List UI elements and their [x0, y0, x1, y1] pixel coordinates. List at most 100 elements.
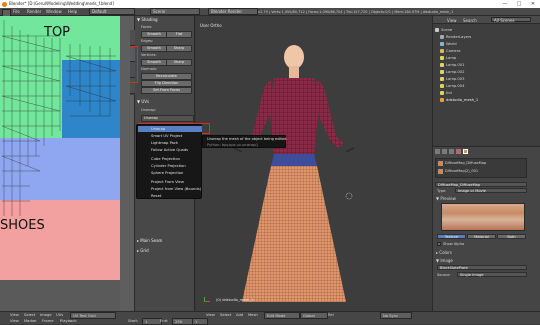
- uv-label-shoes: SHOES: [0, 218, 45, 233]
- menu-file[interactable]: File: [13, 8, 20, 16]
- menu-item-sphere-projection[interactable]: Sphere Projection: [151, 170, 183, 176]
- lamp-icon: [440, 63, 444, 67]
- preview-texture-tab[interactable]: Texture: [437, 234, 466, 239]
- colors-panel-header[interactable]: ▸ Colors: [436, 250, 452, 255]
- menu-item-unwrap[interactable]: Unwrap: [151, 126, 165, 132]
- faces-smooth-button[interactable]: Smooth: [141, 31, 167, 38]
- vertices-sharp-button[interactable]: Sharp: [166, 59, 192, 66]
- texture-slot-list[interactable]: DiffuseMap_DiffuseMap DiffuseMap(2)_001: [435, 158, 527, 178]
- outliner-row-lamp-001[interactable]: Lamp.001: [435, 62, 540, 69]
- 3d-viewport[interactable]: User Ortho (0) ddstudio_mesh_1: [196, 16, 432, 311]
- menu-item-project-from-view-bounds[interactable]: Project from View (Bounds): [151, 186, 201, 192]
- layout-dropdown[interactable]: Default: [89, 8, 135, 15]
- camera-icon: [440, 49, 444, 53]
- render-engine-dropdown[interactable]: Blender Render: [208, 8, 258, 15]
- material-tab-icon[interactable]: [456, 149, 461, 154]
- uv-image-dropdown[interactable]: UV Test Grid: [70, 312, 116, 319]
- preview-panel-header[interactable]: ▼ Preview: [436, 196, 456, 201]
- image-panel-header[interactable]: ▼ Image: [436, 258, 453, 263]
- outliner-row-world[interactable]: World: [435, 41, 540, 48]
- set-from-faces-button[interactable]: Set From Faces: [141, 87, 192, 94]
- menu-item-unwrap-highlight: [138, 126, 202, 132]
- preview-both-tab[interactable]: Both: [497, 234, 526, 239]
- timeline-menu-playback[interactable]: Playback: [60, 318, 76, 324]
- texture-slot-2[interactable]: DiffuseMap(2)_001: [445, 169, 478, 173]
- unwrap-dropdown[interactable]: Unwrap: [141, 115, 194, 122]
- outliner-row-lamp-003[interactable]: Lamp.003: [435, 76, 540, 83]
- blender-logo-icon: [2, 1, 7, 7]
- menu-item-cube-projection[interactable]: Cube Projection: [151, 156, 180, 162]
- menu-item-cylinder-projection[interactable]: Cylinder Projection: [151, 163, 186, 169]
- shading-panel-header[interactable]: ▼ Shading: [137, 17, 194, 23]
- tab-tools[interactable]: [130, 30, 135, 46]
- source-dropdown[interactable]: Single Image: [457, 272, 527, 277]
- outliner-row-ddstudio-mesh[interactable]: ddstudio_mesh_1: [435, 97, 540, 104]
- character-model: [233, 45, 355, 302]
- outliner-row-lamp-002[interactable]: Lamp.002: [435, 69, 540, 76]
- menu-item-smart-uv-project[interactable]: Smart UV Project: [151, 133, 182, 139]
- texture-type-dropdown[interactable]: Image or Movie: [455, 188, 527, 193]
- menu-help[interactable]: Help: [68, 8, 77, 16]
- texture-tab-icon[interactable]: [463, 149, 468, 154]
- image-name-field[interactable]: BlackSlatePlate: [437, 265, 527, 270]
- preview-material-tab[interactable]: Material: [467, 234, 496, 239]
- outliner-row-camera[interactable]: Camera: [435, 48, 540, 55]
- flip-direction-button[interactable]: Flip Direction: [141, 80, 192, 87]
- vertices-smooth-button[interactable]: Smooth: [141, 59, 167, 66]
- outliner-row-lamp[interactable]: Lamp: [435, 55, 540, 62]
- outliner-view-menu[interactable]: View: [447, 18, 457, 23]
- lamp-icon: [440, 84, 444, 88]
- show-alpha-checkbox[interactable]: [437, 242, 441, 246]
- menu-item-reset[interactable]: Reset: [151, 193, 161, 199]
- menu-render[interactable]: Render: [27, 8, 41, 16]
- uv-image-editor[interactable]: TOP SHOES: [0, 16, 134, 311]
- view3d-menu-mesh[interactable]: Mesh: [248, 312, 258, 318]
- recalculate-button[interactable]: Recalculate: [141, 73, 192, 80]
- menu-window[interactable]: Window: [46, 8, 62, 16]
- mode-dropdown[interactable]: Edit Mode: [264, 312, 300, 319]
- faces-label: Faces:: [141, 25, 153, 29]
- outliner-row-renderlayers[interactable]: RenderLayers: [435, 34, 540, 41]
- edges-label: Edges:: [141, 39, 154, 43]
- menu-item-project-from-view[interactable]: Project From View: [151, 179, 184, 185]
- timeline-menu-frame[interactable]: Frame: [42, 318, 54, 324]
- texture-preview-image: [441, 203, 525, 231]
- pivot-dropdown[interactable]: Global: [300, 312, 328, 319]
- maximize-button[interactable]: □: [512, 0, 526, 8]
- grid-panel-header[interactable]: ▸ Grid: [137, 248, 194, 254]
- edges-sharp-button[interactable]: Sharp: [166, 45, 192, 52]
- faces-flat-button[interactable]: Flat: [166, 31, 192, 38]
- outliner-row-lamp-004[interactable]: Lamp.004: [435, 83, 540, 90]
- texture-name-field[interactable]: DiffuseMap_DiffuseMap: [435, 182, 527, 187]
- viewport-object-label: (0) ddstudio_mesh_1: [216, 298, 254, 302]
- texture-slot-1[interactable]: DiffuseMap_DiffuseMap: [445, 161, 486, 165]
- menu-item-lightmap-pack[interactable]: Lightmap Pack: [151, 140, 178, 146]
- edges-smooth-button[interactable]: Smooth: [141, 45, 167, 52]
- outliner-display-dropdown[interactable]: All Scenes: [491, 17, 531, 23]
- timeline-menu-marker[interactable]: Marker: [24, 318, 37, 324]
- lamp-icon: [440, 77, 444, 81]
- tooltip-python: Python: bpy.ops.uv.unwrap(): [207, 143, 259, 147]
- outliner-row-scene[interactable]: Scene: [435, 27, 539, 34]
- mesh-icon: [440, 98, 444, 102]
- timeline-menu-view[interactable]: View: [10, 318, 19, 324]
- view3d-menu-add[interactable]: Add: [236, 312, 243, 318]
- unwrap-label: Unwrap:: [141, 108, 157, 112]
- render-tab-icon[interactable]: [435, 149, 440, 154]
- properties-context-tabs: [435, 149, 539, 156]
- object-tab-icon[interactable]: [449, 149, 454, 154]
- sync-dropdown[interactable]: No Sync: [380, 312, 412, 319]
- view3d-menu-select[interactable]: Select: [220, 312, 231, 318]
- close-button[interactable]: ✕: [526, 0, 540, 8]
- menu-item-follow-active-quads[interactable]: Follow Active Quads: [151, 147, 188, 153]
- minimize-button[interactable]: —: [498, 0, 512, 8]
- scene-dropdown[interactable]: Scene: [150, 8, 200, 15]
- outliner-search-menu[interactable]: Search: [463, 18, 477, 23]
- outliner-row-ind[interactable]: Ind: [435, 90, 540, 97]
- lamp-icon: [440, 91, 444, 95]
- scene-tab-icon[interactable]: [442, 149, 447, 154]
- lamp-icon: [440, 70, 444, 74]
- uvs-panel-header[interactable]: ▼ UVs: [137, 99, 194, 105]
- main-seam-panel-header[interactable]: ▸ Main Seam: [137, 238, 194, 244]
- proportional-edit-label[interactable]: Rel: [328, 312, 334, 318]
